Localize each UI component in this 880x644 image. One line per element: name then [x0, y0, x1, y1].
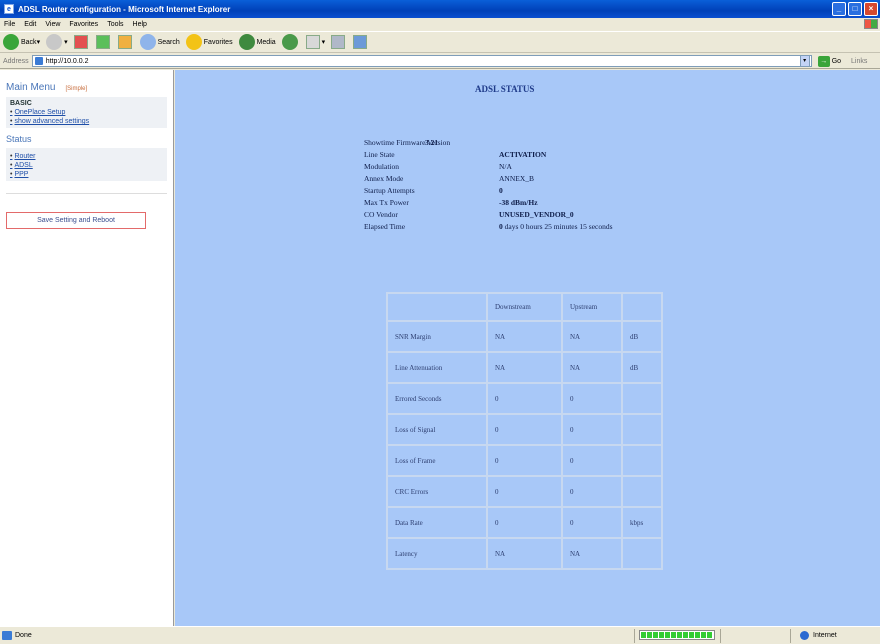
basic-heading: BASIC — [10, 100, 32, 107]
progress-bar — [639, 630, 715, 640]
address-bar: Address http://10.0.0.2 ▾ → Go Links — [0, 54, 880, 69]
status-heading: Status — [6, 134, 32, 144]
address-dropdown-icon[interactable]: ▾ — [799, 55, 810, 67]
sidebar-item-oneplace-setup[interactable]: • OnePlace Setup — [10, 109, 163, 116]
table-row: Loss of Signal 0 0 — [386, 413, 663, 446]
toolbar: Back ▾ ▾ Search Favorites Media ▾ — [0, 31, 880, 53]
stop-button[interactable] — [73, 35, 90, 49]
refresh-button[interactable] — [95, 35, 112, 49]
mail-button[interactable]: ▾ — [305, 35, 325, 49]
refresh-icon — [95, 35, 110, 49]
save-and-reboot-button[interactable]: Save Setting and Reboot — [6, 212, 146, 229]
menu-favorites[interactable]: Favorites — [69, 21, 98, 28]
info-row: CO Vendor UNUSED_VENDOR_0 — [364, 209, 574, 219]
print-icon — [331, 35, 346, 49]
favorites-button[interactable]: Favorites — [185, 34, 233, 50]
status-text: Done — [15, 632, 32, 639]
info-row: Annex Mode ANNEX_B — [364, 173, 534, 183]
go-arrow-icon: → — [817, 55, 830, 67]
search-button[interactable]: Search — [139, 34, 180, 50]
back-button[interactable]: Back ▾ — [3, 34, 40, 50]
main-panel: ADSL STATUS Showtime Firmware Version 3.2… — [175, 70, 880, 626]
search-icon — [139, 34, 156, 50]
window-title: ADSL Router configuration - Microsoft In… — [18, 4, 231, 14]
stop-icon — [73, 35, 88, 49]
go-button[interactable]: → Go — [817, 55, 841, 67]
menu-file[interactable]: File — [4, 21, 15, 28]
menu-edit[interactable]: Edit — [24, 21, 36, 28]
menu-tools[interactable]: Tools — [107, 21, 123, 28]
sidebar-item-router[interactable]: • Router — [10, 153, 163, 160]
links-button[interactable]: Links — [851, 58, 867, 65]
ie-icon: e — [4, 4, 14, 14]
menu-help[interactable]: Help — [133, 21, 147, 28]
table-row: CRC Errors 0 0 — [386, 475, 663, 508]
basic-section: BASIC • OnePlace Setup • show advanced set… — [6, 97, 167, 128]
minimize-button[interactable]: _ — [832, 2, 846, 16]
menu-bar: File Edit View Favorites Tools Help — [0, 18, 880, 30]
table-row: Line Attenuation NA NA dB — [386, 351, 663, 384]
adsl-info: Showtime Firmware Version 3.21 Line State… — [364, 136, 613, 232]
home-button[interactable] — [117, 35, 134, 49]
sidebar-item-adsl[interactable]: • ADSL — [10, 162, 163, 169]
security-zone: Internet — [800, 631, 837, 640]
address-url: http://10.0.0.2 — [45, 57, 89, 65]
info-row: Showtime Firmware Version 3.21 — [364, 137, 451, 147]
forward-button[interactable]: ▾ — [46, 34, 68, 50]
downstream-header: Downstream — [486, 292, 563, 322]
page-title: ADSL STATUS — [475, 84, 535, 94]
simple-link[interactable]: [Simple] — [65, 86, 87, 92]
status-bar: Done Internet — [0, 626, 880, 644]
print-button[interactable] — [331, 35, 347, 49]
address-label: Address — [3, 57, 29, 65]
star-icon — [185, 34, 202, 50]
sidebar: Main Menu [Simple] BASIC • OnePlace Setup… — [0, 70, 174, 626]
edit-button[interactable] — [353, 35, 369, 49]
media-button[interactable]: Media — [238, 34, 276, 50]
progress-fill — [641, 632, 713, 638]
address-input[interactable]: http://10.0.0.2 — [31, 55, 812, 67]
home-icon — [117, 35, 132, 49]
windows-logo-icon — [864, 19, 878, 29]
history-button[interactable] — [281, 34, 300, 50]
info-row: Line State ACTIVATION — [364, 149, 547, 159]
back-arrow-icon — [3, 34, 19, 50]
mail-icon — [305, 35, 320, 49]
sidebar-item-advanced-settings[interactable]: • show advanced settings — [10, 118, 163, 125]
info-row: Startup Attempts 0 — [364, 185, 503, 195]
history-icon — [281, 34, 298, 50]
info-row: Max Tx Power -38 dBm/Hz — [364, 197, 538, 207]
info-row: Modulation N/A — [364, 161, 512, 171]
table-header-row: Downstream Upstream — [386, 292, 663, 322]
table-row: SNR Margin NA NA dB — [386, 320, 663, 353]
menu-view[interactable]: View — [45, 21, 60, 28]
main-menu-title: Main Menu [Simple] — [6, 82, 88, 93]
table-row: Loss of Frame 0 0 — [386, 444, 663, 477]
status-section: • Router • ADSL • PPP — [6, 148, 167, 181]
table-row: Latency NA NA — [386, 537, 663, 570]
table-row: Errored Seconds 0 0 — [386, 382, 663, 415]
title-bar: e ADSL Router configuration - Microsoft … — [0, 0, 880, 18]
forward-arrow-icon — [46, 34, 63, 50]
adsl-stats-table: Downstream Upstream SNR Margin NA NA dB Lin… — [386, 292, 663, 570]
table-row: Data Rate 0 0 kbps — [386, 506, 663, 539]
page-done-icon — [2, 631, 12, 640]
maximize-button[interactable]: □ — [848, 2, 862, 16]
upstream-header: Upstream — [561, 292, 623, 322]
info-row: Elapsed Time 0 days 0 hours 25 minutes 15… — [364, 221, 613, 231]
page-icon — [34, 57, 43, 65]
edit-icon — [353, 35, 368, 49]
sidebar-item-ppp[interactable]: • PPP — [10, 171, 163, 178]
media-icon — [238, 34, 255, 50]
close-button[interactable]: × — [864, 2, 878, 16]
globe-icon — [800, 631, 809, 640]
